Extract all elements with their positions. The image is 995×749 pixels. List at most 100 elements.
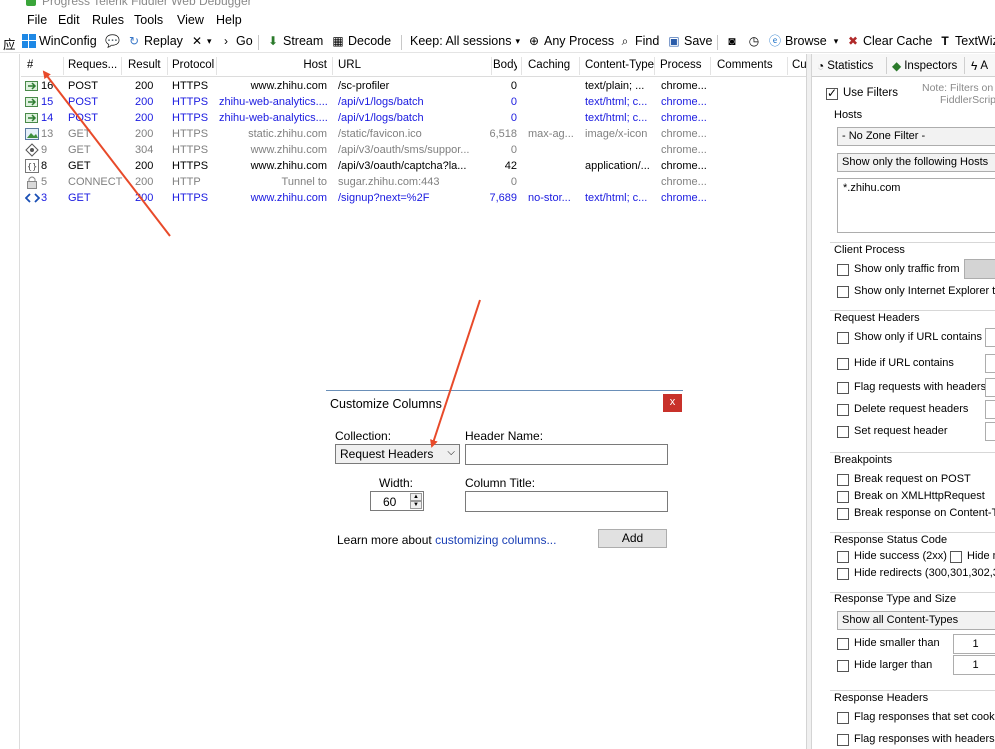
break-xhr-checkbox[interactable]	[837, 491, 849, 503]
find-button[interactable]: ⌕ Find	[618, 34, 660, 48]
column-header-host[interactable]: Host	[221, 59, 327, 71]
cell-caching: max-ag...	[528, 128, 574, 140]
table-row[interactable]: 9 GET 304 HTTPS www.zhihu.com/api/v3/oauth/s…	[21, 143, 806, 159]
stepper-down-icon[interactable]: ▼	[410, 501, 422, 509]
menu-rules[interactable]: Rules	[92, 13, 124, 27]
clear-cache-button[interactable]: ✖ Clear Cache	[846, 34, 933, 48]
break-response-checkbox[interactable]	[837, 508, 849, 520]
column-header-result[interactable]: Result	[128, 59, 161, 71]
column-header-caching[interactable]: Caching	[528, 59, 570, 71]
cell-host: Tunnel to	[281, 176, 327, 188]
table-row[interactable]: 16 POST 200 HTTPS www.zhihu.com/sc-profiler 0…	[21, 79, 806, 95]
table-row[interactable]: 13 GET 200 HTTPS static.zhihu.com/static/fav…	[21, 127, 806, 143]
column-title-input[interactable]	[465, 491, 668, 512]
show-ie-checkbox[interactable]	[837, 286, 849, 298]
show-if-url-input[interactable]	[985, 328, 995, 347]
comment-button[interactable]: 💬	[105, 34, 122, 48]
decode-button[interactable]: ▦ Decode	[331, 34, 391, 48]
cell-process: chrome...	[661, 144, 707, 156]
hide-smaller-input[interactable]: 1	[953, 634, 995, 654]
cell-process: chrome...	[661, 160, 707, 172]
go-button[interactable]: › Go	[219, 34, 253, 48]
column-header-process[interactable]: Process	[660, 59, 702, 71]
show-if-url-checkbox[interactable]	[837, 332, 849, 344]
hide-non-2xx-checkbox[interactable]	[950, 551, 962, 563]
show-traffic-from-checkbox[interactable]	[837, 264, 849, 276]
screenshot-button[interactable]: ◙	[725, 34, 742, 48]
hide-redirects-checkbox[interactable]	[837, 568, 849, 580]
save-button[interactable]: ▣ Save	[667, 34, 712, 48]
header-name-input[interactable]	[465, 444, 668, 465]
menu-file[interactable]: File	[27, 13, 47, 27]
hide-if-url-input[interactable]	[985, 354, 995, 373]
stepper-up-icon[interactable]: ▲	[410, 493, 422, 501]
menu-edit[interactable]: Edit	[58, 13, 80, 27]
flag-requests-checkbox[interactable]	[837, 382, 849, 394]
collection-dropdown[interactable]: Request Headers ⌵	[335, 444, 460, 464]
windows-logo-icon	[22, 34, 36, 48]
dialog-close-button[interactable]: x	[663, 394, 682, 412]
column-header-comments[interactable]: Comments	[717, 59, 773, 71]
browse-button[interactable]: ⓔ Browse ▾	[768, 34, 838, 48]
hide-larger-checkbox[interactable]	[837, 660, 849, 672]
column-header-custom[interactable]: Cu	[792, 59, 807, 71]
textwizard-button[interactable]: T TextWiz	[938, 34, 995, 48]
zone-filter-dropdown[interactable]: - No Zone Filter -	[837, 127, 995, 146]
header-separator	[332, 57, 333, 75]
cell-host: www.zhihu.com	[250, 160, 327, 172]
column-header-protocol[interactable]: Protocol	[172, 59, 214, 71]
column-header-url[interactable]: URL	[338, 59, 361, 71]
set-request-header-checkbox[interactable]	[837, 426, 849, 438]
column-header-content-type[interactable]: Content-Type	[585, 59, 654, 71]
winconfig-button[interactable]: WinConfig	[22, 34, 97, 48]
menu-tools[interactable]: Tools	[134, 13, 163, 27]
column-header-body[interactable]: Body	[493, 59, 517, 71]
tab-statistics[interactable]: ◔ Statistics	[817, 57, 873, 75]
hide-smaller-checkbox[interactable]	[837, 638, 849, 650]
flag-cookies-checkbox[interactable]	[837, 712, 849, 724]
flag-requests-input[interactable]	[985, 378, 995, 397]
set-request-header-input[interactable]	[985, 422, 995, 441]
hosts-textarea[interactable]: *.zhihu.com	[837, 178, 995, 233]
column-header-request[interactable]: Reques...	[68, 59, 124, 71]
delete-request-headers-input[interactable]	[985, 400, 995, 419]
add-button[interactable]: Add	[598, 529, 667, 548]
stream-button[interactable]: ⬇ Stream	[266, 34, 323, 48]
column-header-number[interactable]: #	[27, 59, 33, 71]
cell-body-size: 0	[510, 112, 517, 124]
table-row[interactable]: 5 CONNECT 200 HTTP Tunnel to sugar.zhihu.com:…	[21, 175, 806, 191]
hide-success-checkbox[interactable]	[837, 551, 849, 563]
menu-help[interactable]: Help	[216, 13, 242, 27]
cell-request-method: GET	[68, 160, 91, 172]
timer-button[interactable]: ◷	[747, 34, 764, 48]
table-row[interactable]: 15 POST 200 HTTPS zhihu-web-analytics.... /ap…	[21, 95, 806, 111]
host-filter-dropdown[interactable]: Show only the following Hosts	[837, 153, 995, 172]
remove-button[interactable]: ✕ ▾	[190, 34, 212, 48]
toolbar-separator	[258, 35, 259, 50]
hide-larger-label: Hide larger than	[854, 659, 933, 671]
tab-autoresponder[interactable]: ϟ A	[971, 57, 988, 75]
toolbar: 应 WinConfig 💬 ↻ Replay ✕ ▾ › Go ⬇ Stream…	[0, 31, 995, 53]
flag-response-headers-checkbox[interactable]	[837, 734, 849, 746]
filters-panel: ◔ Statistics ◆ Inspectors ϟ A Use Filter…	[812, 54, 995, 749]
customizing-columns-link[interactable]: customizing columns...	[435, 533, 556, 547]
hide-larger-input[interactable]: 1	[953, 655, 995, 675]
delete-request-headers-checkbox[interactable]	[837, 404, 849, 416]
any-process-button[interactable]: ⊕ Any Process	[527, 34, 614, 48]
tab-separator	[886, 57, 887, 74]
menu-view[interactable]: View	[177, 13, 204, 27]
process-dropdown[interactable]	[964, 259, 995, 279]
width-stepper[interactable]: 60 ▲ ▼	[370, 491, 424, 511]
keep-sessions-dropdown[interactable]: Keep: All sessions ▾	[410, 34, 520, 48]
tab-inspectors[interactable]: ◆ Inspectors	[892, 57, 957, 75]
cell-body-size: 42	[504, 160, 517, 172]
table-row[interactable]: 3 GET 200 HTTPS www.zhihu.com/signup?next=%2…	[21, 191, 806, 207]
use-filters-checkbox[interactable]	[826, 86, 838, 100]
cell-url: sugar.zhihu.com:443	[338, 176, 440, 188]
break-post-checkbox[interactable]	[837, 474, 849, 486]
hide-if-url-checkbox[interactable]	[837, 358, 849, 370]
table-row[interactable]: 14 POST 200 HTTPS zhihu-web-analytics.... /ap…	[21, 111, 806, 127]
content-types-dropdown[interactable]: Show all Content-Types	[837, 611, 995, 630]
table-row[interactable]: {} 8 GET 200 HTTPS www.zhihu.com/api/v3/oauth…	[21, 159, 806, 175]
replay-button[interactable]: ↻ Replay	[127, 34, 183, 48]
